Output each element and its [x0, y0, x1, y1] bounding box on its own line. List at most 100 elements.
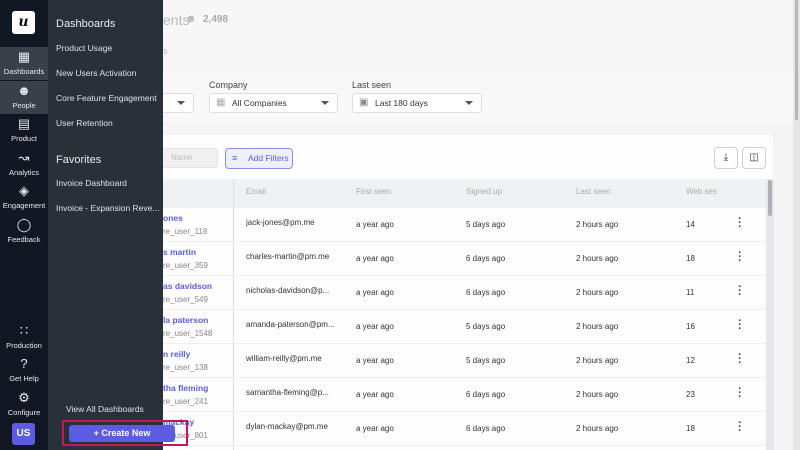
table-row[interactable]: as davidson re_user_549 nicholas-davidso… — [163, 276, 767, 310]
column-header-last-seen[interactable]: Last seen — [576, 187, 611, 196]
favorite-link[interactable]: Invoice - Expansion Reve... — [56, 203, 159, 213]
first-seen-cell: a year ago — [356, 288, 394, 297]
sliders-icon: ≡ — [232, 153, 238, 163]
tab[interactable]: s — [163, 46, 168, 56]
layers-icon: ◈ — [19, 183, 29, 198]
table-row[interactable]: tha fleming re_user_241 samantha-fleming… — [163, 378, 767, 412]
nav-get-help[interactable]: ? Get Help — [0, 354, 48, 384]
column-header-email[interactable]: Email — [246, 187, 266, 196]
last-seen-cell: 2 hours ago — [576, 254, 619, 263]
people-icon: ☻ — [17, 83, 31, 98]
nav-label: People — [12, 101, 36, 110]
email-cell: samantha-fleming@p... — [246, 388, 329, 397]
product-icon: ▤ — [17, 116, 31, 131]
web-sessions-cell: 12 — [686, 356, 695, 365]
signed-up-cell: 5 days ago — [466, 322, 506, 331]
chart-line-icon: ↝ — [18, 150, 30, 165]
table-row[interactable]: ones re_user_118 jack-jones@pm.me a year… — [163, 208, 767, 242]
nav-label: Analytics — [8, 168, 39, 177]
web-sessions-cell: 18 — [686, 254, 695, 263]
first-seen-cell: a year ago — [356, 254, 394, 263]
nav-feedback[interactable]: ◯ Feedback — [0, 215, 48, 245]
first-seen-cell: a year ago — [356, 390, 394, 399]
user-name-link[interactable]: s martin — [163, 247, 196, 257]
nav-label: Feedback — [7, 235, 41, 244]
nav-label: Dashboards — [3, 67, 45, 76]
apps-grid-icon: ∷ — [19, 323, 29, 338]
dashboard-link[interactable]: New Users Activation — [56, 68, 136, 78]
nav-engagement[interactable]: ◈ Engagement — [0, 181, 48, 211]
table-row[interactable]: mackay re_user_801 dylan-mackay@pm.me a … — [163, 412, 767, 446]
dashboard-link[interactable]: Product Usage — [56, 43, 112, 53]
table-scrollbar[interactable] — [766, 179, 774, 450]
more-options-icon[interactable]: · · · — [737, 418, 743, 437]
download-button[interactable]: ⤓ — [714, 147, 738, 169]
column-header-signed-up[interactable]: Signed up — [466, 187, 502, 196]
table-row[interactable]: s martin re_user_359 charles-martin@pm.m… — [163, 242, 767, 276]
column-header-first-seen[interactable]: First seen — [356, 187, 391, 196]
user-name-link[interactable]: ones — [163, 213, 183, 223]
help-icon: ? — [20, 356, 28, 371]
nav-label: Engagement — [2, 201, 46, 210]
user-name-link[interactable]: as davidson — [163, 281, 212, 291]
logo[interactable]: u — [12, 11, 35, 34]
dashboard-link[interactable]: User Retention — [56, 118, 113, 128]
more-options-icon[interactable]: · · · — [737, 282, 743, 301]
company-dropdown[interactable]: ▦ All Companies — [209, 93, 338, 113]
nav-dashboards[interactable]: ▦ Dashboards — [0, 47, 48, 80]
table-row[interactable]: n reilly re_user_138 william-reilly@pm.m… — [163, 344, 767, 378]
columns-button[interactable]: ◫ — [742, 147, 766, 169]
table-row[interactable]: la paterson re_user_1548 amanda-paterson… — [163, 310, 767, 344]
email-cell: jack-jones@pm.me — [246, 218, 315, 227]
more-options-icon[interactable]: · · · — [737, 350, 743, 369]
chevron-down-icon — [465, 101, 473, 105]
more-options-icon[interactable]: · · · — [737, 384, 743, 403]
nav-product[interactable]: ▤ Product — [0, 114, 48, 144]
web-sessions-cell: 14 — [686, 220, 695, 229]
more-options-icon[interactable]: · · · — [737, 248, 743, 267]
user-name-link[interactable]: tha fleming — [163, 383, 208, 393]
last-seen-label: Last seen — [352, 80, 392, 90]
nav-people[interactable]: ☻ People — [0, 81, 48, 114]
email-cell: dylan-mackay@pm.me — [246, 422, 328, 431]
email-cell: william-reilly@pm.me — [246, 354, 322, 363]
dashboard-link[interactable]: Core Feature Engagement — [56, 93, 157, 103]
nav-rail: u ▦ Dashboards ☻ People ▤ Product ↝ Analytics ◈ E… — [0, 0, 48, 450]
user-name-link[interactable]: la paterson — [163, 315, 208, 325]
chat-icon: ◯ — [16, 217, 32, 232]
view-all-dashboards-link[interactable]: View All Dashboards — [66, 404, 144, 414]
last-seen-cell: 2 hours ago — [576, 220, 619, 229]
more-options-icon[interactable]: · · · — [737, 316, 743, 335]
add-filters-label: Add Filters — [248, 153, 289, 163]
dashboards-flyout: Dashboards Product Usage New Users Activa… — [48, 0, 188, 450]
page-scrollbar-thumb[interactable] — [795, 0, 798, 120]
page-scrollbar[interactable] — [793, 0, 800, 450]
nav-production[interactable]: ∷ Production — [0, 321, 48, 351]
last-seen-cell: 2 hours ago — [576, 322, 619, 331]
grid-icon: ▦ — [17, 49, 31, 64]
last-seen-cell: 2 hours ago — [576, 424, 619, 433]
user-count: 2,498 — [203, 14, 229, 25]
building-icon: ▦ — [216, 97, 226, 108]
table-body: ones re_user_118 jack-jones@pm.me a year… — [163, 208, 767, 450]
scrollbar-thumb[interactable] — [768, 180, 772, 216]
favorite-link[interactable]: Invoice Dashboard — [56, 178, 127, 188]
chevron-down-icon — [177, 101, 185, 105]
last-seen-cell: 2 hours ago — [576, 390, 619, 399]
gear-icon: ⚙ — [18, 390, 30, 405]
last-seen-dropdown[interactable]: ▣ Last 180 days — [352, 93, 482, 113]
filter-bar: Company ▦ All Companies Last seen ▣ Last… — [143, 70, 800, 122]
more-options-icon[interactable]: · · · — [737, 214, 743, 233]
nav-label: Product — [11, 134, 37, 143]
user-id: re_user_241 — [163, 397, 208, 406]
create-new-button[interactable]: + Create New — [69, 425, 175, 442]
create-new-highlight: + Create New — [62, 420, 188, 446]
first-seen-cell: a year ago — [356, 356, 394, 365]
add-filters-button[interactable]: ≡ Add Filters — [225, 148, 293, 169]
column-header-web-sessions[interactable]: Web ses — [686, 187, 717, 196]
avatar[interactable]: US — [12, 423, 35, 445]
nav-analytics[interactable]: ↝ Analytics — [0, 148, 48, 178]
user-name-link[interactable]: n reilly — [163, 349, 190, 359]
nav-configure[interactable]: ⚙ Configure — [0, 388, 48, 418]
signed-up-cell: 6 days ago — [466, 390, 506, 399]
